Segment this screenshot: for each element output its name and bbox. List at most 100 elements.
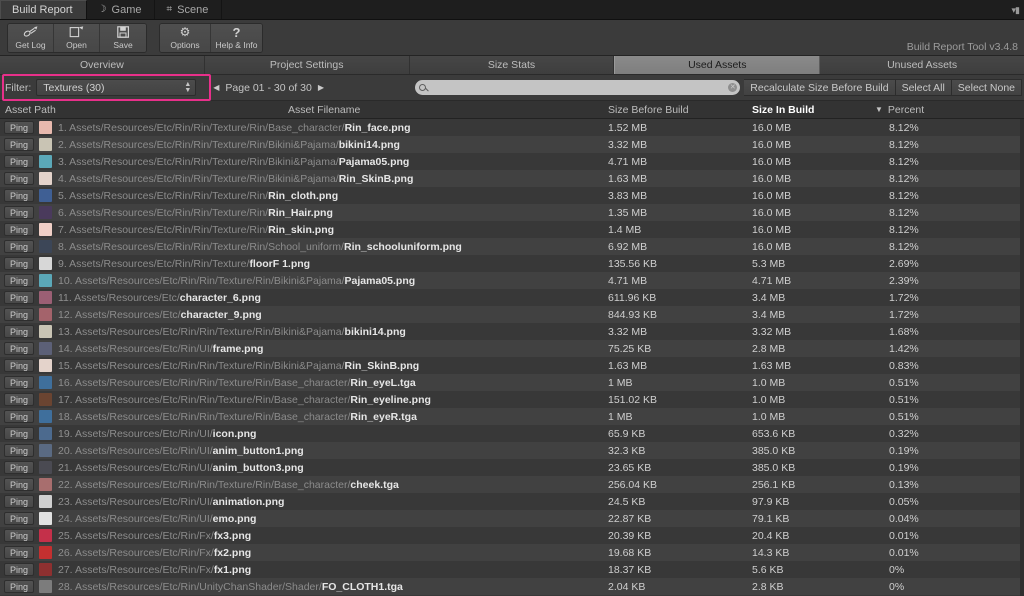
asset-table[interactable]: Ping 1. Assets/Resources/Etc/Rin/Rin/Text… [0,119,1024,596]
asset-path-cell: 12. Assets/Resources/Etc/character_9.png [58,309,1024,321]
ping-button[interactable]: Ping [4,359,34,372]
ping-button[interactable]: Ping [4,121,34,134]
ping-button[interactable]: Ping [4,223,34,236]
window-tab-scene[interactable]: ⌗ Scene [155,0,223,19]
row-index: 13. [58,325,75,338]
asset-path-cell: 23. Assets/Resources/Etc/Rin/UI/animatio… [58,496,1024,508]
row-index: 25. [58,529,75,542]
asset-filename: cheek.tga [350,478,399,491]
ping-button[interactable]: Ping [4,444,34,457]
ping-button[interactable]: Ping [4,206,34,219]
ping-button[interactable]: Ping [4,478,34,491]
ping-button[interactable]: Ping [4,155,34,168]
table-row[interactable]: Ping 18. Assets/Resources/Etc/Rin/Rin/Tex… [0,408,1024,425]
open-button[interactable]: Open [54,23,100,52]
tab-used-assets[interactable]: Used Assets [614,56,821,74]
ping-button[interactable]: Ping [4,138,34,151]
table-row[interactable]: Ping 5. Assets/Resources/Etc/Rin/Rin/Text… [0,187,1024,204]
asset-directory: Assets/Resources/Etc/Rin/Fx/ [74,563,214,576]
clear-search-icon[interactable]: ✕ [728,83,738,92]
size-in-build-cell: 16.0 MB [752,240,792,253]
table-row[interactable]: Ping 25. Assets/Resources/Etc/Rin/Fx/fx3.… [0,527,1024,544]
table-row[interactable]: Ping 27. Assets/Resources/Etc/Rin/Fx/fx1.… [0,561,1024,578]
table-row[interactable]: Ping 7. Assets/Resources/Etc/Rin/Rin/Text… [0,221,1024,238]
ping-button[interactable]: Ping [4,189,34,202]
ping-button[interactable]: Ping [4,580,34,593]
table-row[interactable]: Ping 14. Assets/Resources/Etc/Rin/UI/fram… [0,340,1024,357]
asset-filename: Pajama05.png [344,274,416,287]
asset-filename: FO_CLOTH1.tga [321,580,403,593]
table-row[interactable]: Ping 12. Assets/Resources/Etc/character_9… [0,306,1024,323]
table-row[interactable]: Ping 20. Assets/Resources/Etc/Rin/UI/anim… [0,442,1024,459]
select-all-button[interactable]: Select All [895,79,952,96]
get-log-button[interactable]: Get Log [8,23,54,52]
tab-overview[interactable]: Overview [0,56,205,74]
window-menu-icon[interactable]: ▾▮ [1012,5,1021,16]
table-row[interactable]: Ping 23. Assets/Resources/Etc/Rin/UI/anim… [0,493,1024,510]
table-row[interactable]: Ping 22. Assets/Resources/Etc/Rin/Rin/Tex… [0,476,1024,493]
updown-arrows-icon: ▲ ▼ [184,80,192,94]
table-row[interactable]: Ping 13. Assets/Resources/Etc/Rin/Rin/Tex… [0,323,1024,340]
page-next-button[interactable]: ▶ [318,83,324,92]
table-row[interactable]: Ping 17. Assets/Resources/Etc/Rin/Rin/Tex… [0,391,1024,408]
column-header-asset-path[interactable]: Asset Path [5,104,56,116]
filter-dropdown[interactable]: Textures (30) ▲ ▼ [36,79,197,96]
table-row[interactable]: Ping 19. Assets/Resources/Etc/Rin/UI/icon… [0,425,1024,442]
table-row[interactable]: Ping 24. Assets/Resources/Etc/Rin/UI/emo.… [0,510,1024,527]
tab-unused-assets[interactable]: Unused Assets [820,56,1024,74]
table-row[interactable]: Ping 6. Assets/Resources/Etc/Rin/Rin/Text… [0,204,1024,221]
percent-cell: 8.12% [889,138,919,151]
ping-button[interactable]: Ping [4,512,34,525]
vertical-scrollbar[interactable] [1020,119,1024,596]
table-row[interactable]: Ping 4. Assets/Resources/Etc/Rin/Rin/Text… [0,170,1024,187]
table-row[interactable]: Ping 3. Assets/Resources/Etc/Rin/Rin/Text… [0,153,1024,170]
ping-button[interactable]: Ping [4,257,34,270]
asset-thumbnail-icon [39,274,52,287]
column-header-size-before[interactable]: Size Before Build [608,104,689,116]
save-button[interactable]: Save [100,23,146,52]
ping-button[interactable]: Ping [4,172,34,185]
table-row[interactable]: Ping 1. Assets/Resources/Etc/Rin/Rin/Text… [0,119,1024,136]
ping-button[interactable]: Ping [4,495,34,508]
ping-button[interactable]: Ping [4,308,34,321]
search-input[interactable]: ✕ [415,80,741,95]
column-header-percent[interactable]: ▼ Percent [875,104,924,116]
ping-button[interactable]: Ping [4,291,34,304]
window-tab-build-report[interactable]: Build Report [0,0,87,19]
table-row[interactable]: Ping 16. Assets/Resources/Etc/Rin/Rin/Tex… [0,374,1024,391]
table-row[interactable]: Ping 10. Assets/Resources/Etc/Rin/Rin/Tex… [0,272,1024,289]
tab-size-stats[interactable]: Size Stats [409,56,615,74]
table-row[interactable]: Ping 8. Assets/Resources/Etc/Rin/Rin/Text… [0,238,1024,255]
table-row[interactable]: Ping 2. Assets/Resources/Etc/Rin/Rin/Text… [0,136,1024,153]
table-row[interactable]: Ping 26. Assets/Resources/Etc/Rin/Fx/fx2.… [0,544,1024,561]
ping-button[interactable]: Ping [4,274,34,287]
asset-path-cell: 20. Assets/Resources/Etc/Rin/UI/anim_but… [58,445,1024,457]
ping-button[interactable]: Ping [4,529,34,542]
column-header-size-in-build[interactable]: Size In Build [752,104,814,116]
window-tab-game[interactable]: ☽ Game [87,0,156,19]
table-row[interactable]: Ping 9. Assets/Resources/Etc/Rin/Rin/Text… [0,255,1024,272]
ping-button[interactable]: Ping [4,376,34,389]
ping-button[interactable]: Ping [4,410,34,423]
ping-button[interactable]: Ping [4,342,34,355]
page-prev-button[interactable]: ◀ [213,83,219,92]
ping-button[interactable]: Ping [4,325,34,338]
table-row[interactable]: Ping 28. Assets/Resources/Etc/Rin/UnityCh… [0,578,1024,595]
recalculate-size-button[interactable]: Recalculate Size Before Build [744,79,896,96]
ping-button[interactable]: Ping [4,427,34,440]
asset-thumbnail-icon [39,121,52,134]
help-info-button[interactable]: ? Help & Info [211,23,262,52]
options-button[interactable]: ⚙ Options [160,23,211,52]
percent-cell: 0.13% [889,478,919,491]
ping-button[interactable]: Ping [4,563,34,576]
table-row[interactable]: Ping 15. Assets/Resources/Etc/Rin/Rin/Tex… [0,357,1024,374]
table-row[interactable]: Ping 21. Assets/Resources/Etc/Rin/UI/anim… [0,459,1024,476]
ping-button[interactable]: Ping [4,393,34,406]
table-row[interactable]: Ping 11. Assets/Resources/Etc/character_6… [0,289,1024,306]
ping-button[interactable]: Ping [4,546,34,559]
ping-button[interactable]: Ping [4,240,34,253]
tab-project-settings[interactable]: Project Settings [204,56,410,74]
ping-button[interactable]: Ping [4,461,34,474]
select-none-button[interactable]: Select None [951,79,1022,96]
column-header-asset-filename[interactable]: Asset Filename [288,104,360,116]
